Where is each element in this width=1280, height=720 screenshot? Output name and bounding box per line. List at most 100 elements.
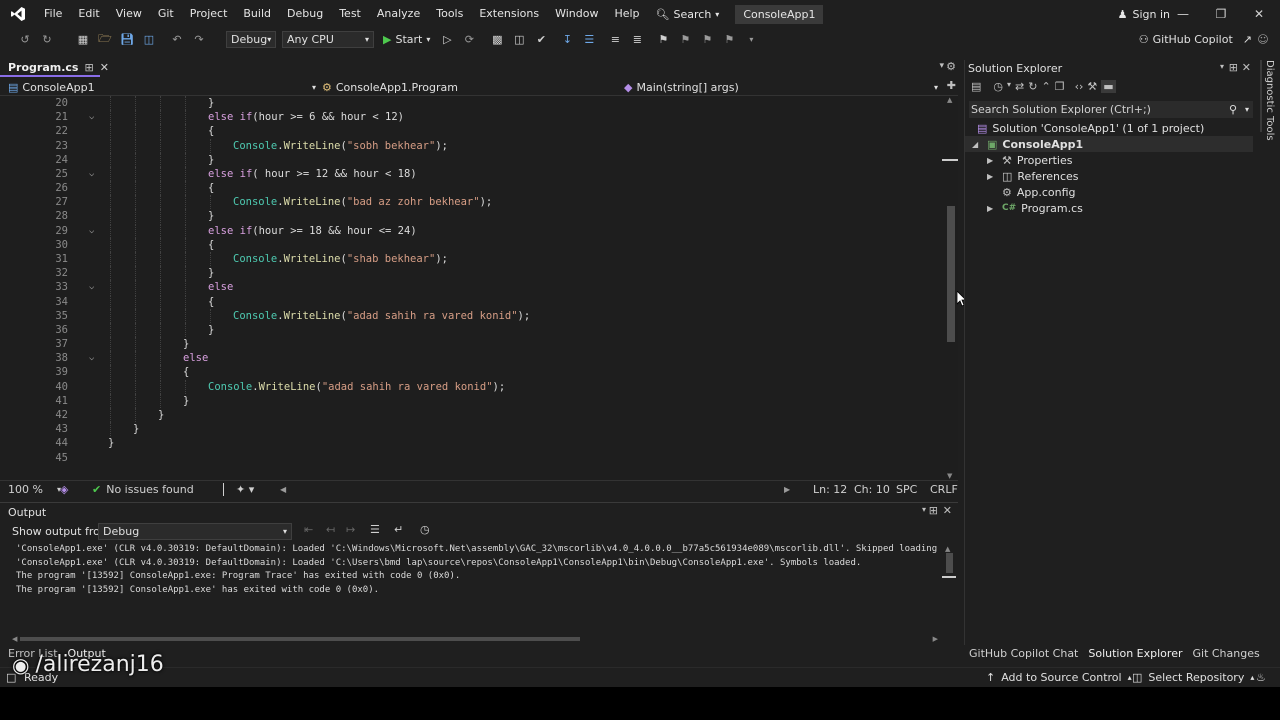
toolbar-overflow-icon[interactable]: ▾	[742, 30, 760, 48]
add-to-source-control-button[interactable]: ↑ Add to Source Control ▴	[986, 671, 1132, 684]
settings-icon[interactable]: ⚙	[946, 60, 956, 73]
new-project-icon[interactable]: ▦	[74, 30, 92, 48]
panel-menu-icon[interactable]: ▾	[922, 505, 926, 514]
fold-toggle-icon[interactable]: ⌵	[89, 351, 94, 365]
code-line[interactable]: 34 {	[0, 294, 944, 309]
feedback-icon[interactable]: ☺	[1254, 30, 1272, 48]
select-repository-button[interactable]: ◫ Select Repository ▴	[1132, 671, 1254, 684]
next-bookmark-icon[interactable]: ⚑	[698, 30, 716, 48]
line-indicator[interactable]: Ln: 12	[813, 483, 847, 496]
menu-analyze[interactable]: Analyze	[369, 0, 428, 28]
open-folder-icon[interactable]: 🗁︎	[96, 30, 114, 48]
editor-vertical-scrollbar[interactable]: ▲ ▼	[942, 96, 958, 480]
scrollbar-thumb[interactable]	[946, 553, 953, 573]
member-navigation-select[interactable]: ◆ Main(string[] args) ▾	[624, 78, 944, 96]
code-line[interactable]: 44}	[0, 436, 944, 450]
code-cleanup-icon[interactable]: ✦ ▾	[236, 483, 254, 496]
save-icon[interactable]: 💾︎	[118, 30, 136, 48]
clear-bookmarks-icon[interactable]: ⚑	[720, 30, 738, 48]
collapsed-caret-icon[interactable]: ▶	[987, 156, 997, 165]
menu-edit[interactable]: Edit	[70, 0, 107, 28]
preview-icon[interactable]: ▬	[1101, 80, 1116, 93]
minimize-button[interactable]: —	[1164, 0, 1202, 28]
pin-icon[interactable]: ⊞	[84, 61, 93, 74]
menu-project[interactable]: Project	[182, 0, 236, 28]
scroll-down-icon[interactable]: ▼	[947, 472, 952, 480]
close-icon[interactable]: ✕	[100, 61, 109, 74]
redo-icon[interactable]: ↷	[190, 30, 208, 48]
menu-build[interactable]: Build	[235, 0, 279, 28]
collapsed-caret-icon[interactable]: ▶	[987, 172, 997, 181]
output-source-select[interactable]: Debug ▾	[98, 523, 292, 540]
pin-icon[interactable]: ⊞	[929, 504, 938, 517]
code-line[interactable]: 45	[0, 451, 944, 465]
scroll-up-icon[interactable]: ▲	[945, 545, 950, 553]
code-line[interactable]: 28}	[0, 209, 944, 224]
sync-active-document-icon[interactable]: ▤	[971, 80, 981, 93]
uncomment-icon[interactable]: ≣	[628, 30, 646, 48]
tab-list-icon[interactable]: ▾	[939, 61, 944, 71]
code-line[interactable]: 43}	[0, 422, 944, 437]
github-copilot-button[interactable]: ⚇ GitHub Copilot ↗	[1139, 28, 1252, 50]
step-icon[interactable]: ↧	[558, 30, 576, 48]
format-icon[interactable]: ☰	[580, 30, 598, 48]
code-line[interactable]: 41}	[0, 393, 944, 408]
code-line[interactable]: 30 {	[0, 237, 944, 252]
issues-indicator[interactable]: ✔ No issues found	[92, 483, 194, 496]
menu-tools[interactable]: Tools	[428, 0, 471, 28]
menu-window[interactable]: Window	[547, 0, 606, 28]
word-wrap-icon[interactable]: ↵	[394, 523, 403, 536]
scrollbar-thumb[interactable]	[20, 637, 580, 641]
close-icon[interactable]: ✕	[1242, 61, 1251, 74]
platform-select[interactable]: Any CPU ▾	[282, 30, 374, 48]
history-icon[interactable]: ◷	[993, 80, 1003, 93]
line-ending-indicator[interactable]: CRLF	[930, 483, 958, 496]
code-line[interactable]: 31 Console.WriteLine("shab bekhear");	[0, 251, 944, 266]
intellicode-icon[interactable]: ◈	[60, 483, 68, 496]
code-line[interactable]: 22 {	[0, 124, 944, 139]
menu-extensions[interactable]: Extensions	[471, 0, 547, 28]
hot-reload-icon[interactable]: ⟳	[460, 30, 478, 48]
notifications-icon[interactable]: ♨	[1256, 671, 1266, 684]
prev-message-icon[interactable]: ↤	[326, 523, 335, 536]
whitespace-indicator[interactable]: SPC	[896, 483, 917, 496]
fold-toggle-icon[interactable]: ⌵	[89, 224, 94, 238]
clear-all-icon[interactable]: ☰	[370, 523, 380, 536]
search-button[interactable]: 🔍︎ Search ▾	[648, 0, 728, 28]
tools-icon[interactable]: ✔	[532, 30, 550, 48]
save-all-icon[interactable]: ◫	[140, 30, 158, 48]
code-line[interactable]: 40 Console.WriteLine("adad sahih ra vared…	[0, 379, 944, 394]
project-node[interactable]: ◢ ▣ ConsoleApp1	[965, 136, 1253, 152]
output-vertical-scrollbar[interactable]: ▲	[942, 545, 956, 633]
next-message-icon[interactable]: ↦	[346, 523, 355, 536]
pending-changes-icon[interactable]: ⇄	[1015, 80, 1024, 93]
tab-git-changes[interactable]: Git Changes	[1187, 646, 1264, 662]
code-line[interactable]: 39 {	[0, 365, 944, 380]
solution-search-input[interactable]: Search Solution Explorer (Ctrl+;) ⚲ ▾	[969, 101, 1253, 118]
code-line[interactable]: 27 Console.WriteLine("bad az zohr bekhear…	[0, 195, 944, 210]
code-line[interactable]: 23 Console.WriteLine("sobh bekhear");	[0, 138, 944, 153]
scroll-up-icon[interactable]: ▲	[947, 96, 952, 104]
menu-debug[interactable]: Debug	[279, 0, 331, 28]
scroll-left-icon[interactable]: ◀	[12, 635, 17, 643]
tree-item-references[interactable]: ▶ ◫ References	[987, 168, 1079, 184]
sign-in-button[interactable]: ♟ Sign in	[1118, 0, 1170, 28]
view-code-icon[interactable]: ‹›	[1075, 80, 1084, 93]
code-line[interactable]: 26 {	[0, 181, 944, 196]
tab-github-copilot-chat[interactable]: GitHub Copilot Chat	[964, 646, 1083, 662]
start-without-debugging-icon[interactable]: ▷	[438, 30, 456, 48]
code-line[interactable]: 42}	[0, 407, 944, 422]
solution-node[interactable]: ▤ Solution 'ConsoleApp1' (1 of 1 project…	[977, 120, 1204, 136]
diagnostic-tools-tab[interactable]: Diagnostic Tools	[1260, 60, 1275, 141]
scrollbar-thumb[interactable]	[947, 206, 955, 342]
comment-icon[interactable]: ≡	[606, 30, 624, 48]
zoom-select[interactable]: 100 % ▾	[8, 483, 61, 496]
collapse-all-icon[interactable]: ⌃	[1041, 80, 1050, 93]
code-line[interactable]: 20}	[0, 96, 944, 110]
menu-view[interactable]: View	[108, 0, 150, 28]
scroll-left-icon[interactable]: ◀	[280, 485, 286, 494]
tree-item-app-config[interactable]: ⚙ App.config	[987, 184, 1076, 200]
menu-file[interactable]: File	[36, 0, 70, 28]
show-all-files-icon[interactable]: ❐	[1055, 80, 1065, 93]
prev-bookmark-icon[interactable]: ⚑	[676, 30, 694, 48]
